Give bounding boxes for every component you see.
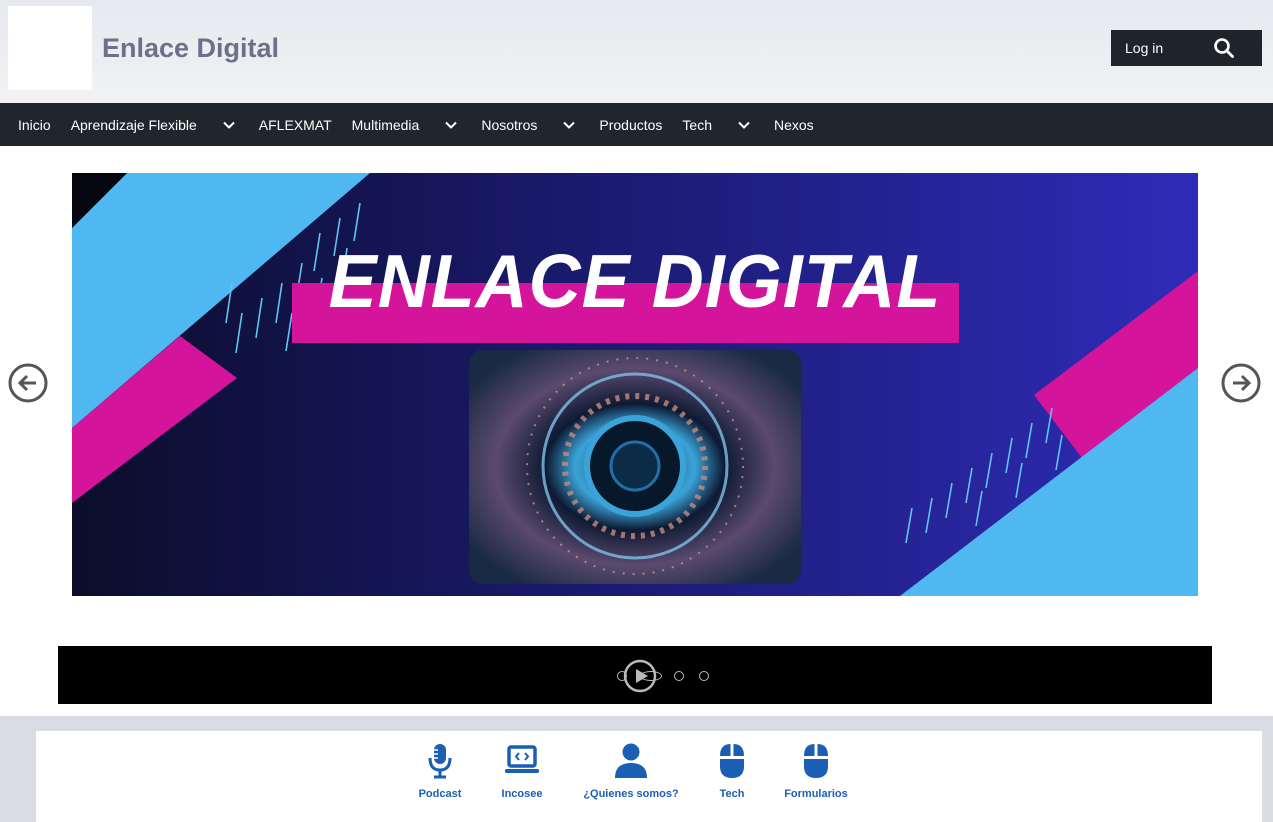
microphone-icon bbox=[428, 744, 452, 779]
nav-item-productos[interactable]: Productos bbox=[599, 117, 662, 133]
slide-dot-4[interactable] bbox=[699, 671, 709, 681]
chevron-down-icon[interactable] bbox=[563, 121, 576, 129]
quick-link-label: ¿Quienes somos? bbox=[583, 788, 679, 800]
site-logo[interactable] bbox=[8, 6, 92, 90]
mouse-icon bbox=[720, 744, 744, 778]
quick-link-label: Podcast bbox=[418, 788, 462, 800]
slide-title: ENLACE DIGITAL bbox=[328, 240, 942, 324]
nav-label: Tech bbox=[682, 116, 712, 133]
slide-dot-2[interactable] bbox=[640, 671, 662, 681]
chevron-down-icon[interactable] bbox=[223, 121, 235, 129]
nav-item-nosotros[interactable]: Nosotros bbox=[481, 117, 599, 133]
nav-label: Nosotros bbox=[481, 116, 538, 133]
search-icon[interactable] bbox=[1213, 37, 1235, 59]
hero-slide-artwork bbox=[72, 173, 1198, 596]
nav-item-multimedia[interactable]: Multimedia bbox=[352, 117, 482, 133]
nav-label: Aprendizaje Flexible bbox=[70, 116, 197, 133]
quick-link-label: Tech bbox=[719, 788, 745, 800]
login-link[interactable]: Log in bbox=[1125, 40, 1213, 56]
next-slide-arrow-icon[interactable] bbox=[1221, 363, 1261, 403]
login-bar: Log in bbox=[1111, 30, 1262, 66]
user-icon bbox=[615, 743, 647, 778]
chevron-down-icon[interactable] bbox=[738, 121, 750, 129]
nav-label: Inicio bbox=[18, 116, 51, 133]
nav-item-tech[interactable]: Tech bbox=[682, 117, 774, 133]
main-nav: Inicio Aprendizaje Flexible AFLEXMAT Mul… bbox=[0, 103, 1273, 146]
hero-slide[interactable]: ENLACE DIGITAL bbox=[72, 173, 1198, 596]
nav-label: Productos bbox=[599, 116, 663, 133]
quick-link-tech[interactable]: Tech bbox=[712, 742, 752, 800]
nav-item-aflexmat[interactable]: AFLEXMAT bbox=[259, 117, 332, 133]
quick-link-podcast[interactable]: Podcast bbox=[413, 742, 467, 800]
mouse-icon bbox=[804, 744, 828, 778]
nav-label: Nexos bbox=[774, 116, 814, 133]
quick-link-label: Incosee bbox=[501, 788, 543, 800]
slide-dot-1[interactable] bbox=[617, 671, 627, 681]
slider-controls bbox=[58, 646, 1212, 704]
nav-label: Multimedia bbox=[351, 116, 420, 133]
quick-link-incosee[interactable]: Incosee bbox=[494, 742, 550, 800]
quick-link-formularios[interactable]: Formularios bbox=[778, 742, 854, 800]
quick-link-label: Formularios bbox=[784, 788, 848, 800]
nav-item-nexos[interactable]: Nexos bbox=[774, 117, 814, 133]
chevron-down-icon[interactable] bbox=[445, 121, 458, 129]
quick-link-quienes-somos[interactable]: ¿Quienes somos? bbox=[577, 742, 685, 800]
site-header: Enlace Digital Log in bbox=[0, 0, 1273, 103]
nav-item-aprendizaje-flexible[interactable]: Aprendizaje Flexible bbox=[71, 117, 259, 133]
nav-label: AFLEXMAT bbox=[258, 116, 332, 133]
laptop-code-icon bbox=[505, 745, 539, 773]
previous-slide-arrow-icon[interactable] bbox=[8, 363, 48, 403]
nav-item-inicio[interactable]: Inicio bbox=[18, 117, 51, 133]
site-name[interactable]: Enlace Digital bbox=[102, 33, 279, 64]
slide-dot-3[interactable] bbox=[674, 671, 684, 681]
